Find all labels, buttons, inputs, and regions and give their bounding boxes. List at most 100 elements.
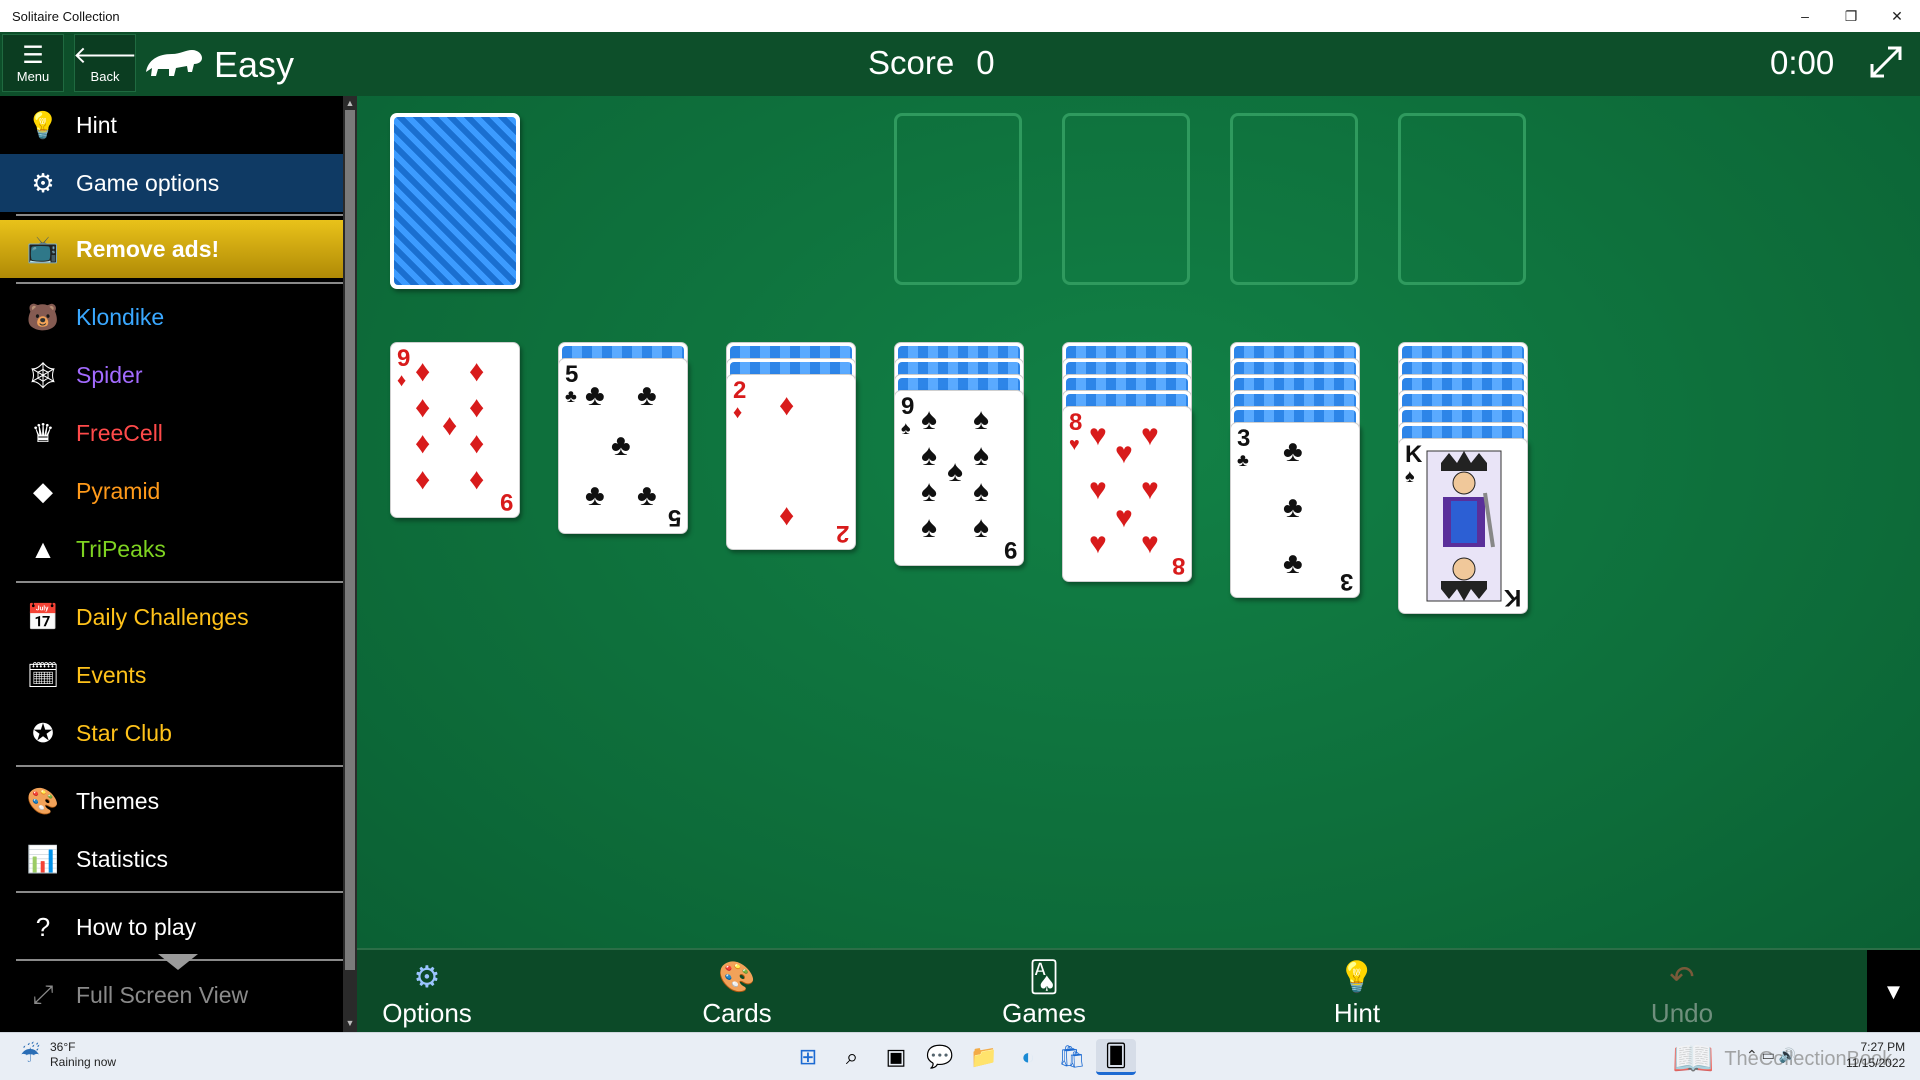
club-icon: ♣ [1283, 491, 1303, 524]
scroll-down-indicator[interactable] [158, 954, 198, 970]
calendar-icon: 📅 [26, 601, 60, 632]
tableau-card-2-diamonds[interactable]: 2 ♦ ♦ ♦ 2 [726, 374, 856, 550]
options-button[interactable]: ⚙ Options [357, 958, 497, 1029]
difficulty-level: Easy [214, 44, 295, 85]
foundation-slot[interactable] [1398, 113, 1526, 285]
menu-item-game-options[interactable]: ⚙ Game options [0, 154, 343, 212]
lightbulb-icon: 💡 [1338, 960, 1376, 994]
search-icon[interactable]: ⌕ [832, 1039, 872, 1075]
spade-icon: ♠ [973, 403, 989, 436]
store-icon[interactable]: 🛍 [1052, 1039, 1092, 1075]
menu-item-hint[interactable]: 💡 Hint [0, 96, 343, 154]
tableau-card-3-clubs[interactable]: 3 ♣ ♣ ♣ ♣ 3 [1230, 422, 1360, 598]
foundation-slot[interactable] [1230, 113, 1358, 285]
bar-chart-icon: 📊 [26, 843, 60, 874]
chat-icon[interactable]: 💬 [920, 1039, 960, 1075]
window-titlebar: Solitaire Collection – ❐ ✕ [0, 0, 1920, 32]
menu-item-label: Remove ads! [76, 235, 220, 262]
menu-item-pyramid[interactable]: ◆ Pyramid [0, 462, 343, 520]
menu-item-star-club[interactable]: ✪ Star Club [0, 704, 343, 762]
club-icon: ♣ [565, 386, 577, 406]
spider-icon: 🕸 [26, 359, 60, 390]
undo-button[interactable]: ↶ Undo [1612, 958, 1752, 1029]
card-rank: 8 [1069, 409, 1083, 436]
spade-icon: ♠ [973, 439, 989, 472]
expand-icon[interactable] [1866, 42, 1906, 82]
edge-browser-icon[interactable]: ◐ [1008, 1039, 1048, 1075]
cards-button[interactable]: 🎨 Cards [667, 958, 807, 1029]
bottom-toolbar: ⚙ Options 🎨 Cards 🂡 Games 💡 Hint ↶ Undo … [357, 948, 1920, 1034]
menu-item-themes[interactable]: 🎨 Themes [0, 772, 343, 830]
card-rank: 9 [397, 345, 411, 372]
cards-label: Cards [702, 998, 772, 1028]
task-view-icon[interactable]: ▣ [876, 1039, 916, 1075]
sidebar-scrollbar[interactable]: ▲ ▼ [343, 96, 357, 1032]
polar-bear-icon: 🐻 [26, 301, 60, 332]
restore-button[interactable]: ❐ [1828, 0, 1874, 32]
menu-item-label: Hint [76, 111, 117, 138]
card-rank: 9 [901, 393, 915, 420]
stock-pile[interactable] [390, 113, 520, 289]
menu-item-klondike[interactable]: 🐻 Klondike [0, 288, 343, 346]
menu-item-daily-challenges[interactable]: 📅 Daily Challenges [0, 588, 343, 646]
menu-item-full-screen[interactable]: ⤢ Full Screen View [0, 966, 343, 1024]
weather-widget[interactable]: ☔ 36°F Raining now [14, 1039, 116, 1071]
card-rank: K [1405, 441, 1423, 468]
menu-item-label: Star Club [76, 719, 172, 746]
card-rank: 9 [1003, 536, 1017, 563]
chevron-down-icon: ▼ [1882, 979, 1905, 1004]
games-button[interactable]: 🂡 Games [974, 958, 1114, 1029]
solitaire-app-icon[interactable]: 🂠 [1096, 1039, 1136, 1075]
star-club-icon: ✪ [32, 717, 54, 748]
menu-item-events[interactable]: 🗓 Events [0, 646, 343, 704]
menu-item-label: Klondike [76, 303, 165, 330]
back-button[interactable]: 🡐 Back [73, 34, 137, 92]
heart-icon: ♥ [1089, 527, 1107, 560]
menu-item-remove-ads[interactable]: 📺 Remove ads! [0, 220, 343, 278]
club-icon: ♣ [1283, 435, 1303, 468]
tableau-card-king-spades[interactable]: K ♠ K [1398, 438, 1528, 614]
system-clock[interactable]: 7:27 PM 11/15/2022 [1846, 1039, 1905, 1071]
system-tray[interactable]: ⌃ ▭ 🔊 [1746, 1047, 1796, 1064]
close-button[interactable]: ✕ [1874, 0, 1920, 32]
tableau-card-8-hearts[interactable]: 8 ♥ ♥ ♥ ♥ ♥ ♥ ♥ ♥ ♥ 8 [1062, 406, 1192, 582]
menu-item-how-to-play[interactable]: ? How to play [0, 898, 343, 956]
scroll-down-arrow-icon[interactable]: ▼ [343, 1018, 357, 1030]
menu-item-label: Spider [76, 361, 143, 388]
diamond-icon: ♦ [733, 402, 743, 422]
menu-item-label: Game options [76, 169, 220, 196]
menu-button[interactable]: ☰ Menu [2, 34, 64, 92]
question-icon: ? [35, 911, 51, 942]
tableau-card-9-spades[interactable]: 9 ♠ ♠ ♠ ♠ ♠ ♠ ♠ ♠ ♠ ♠ 9 [894, 390, 1024, 566]
foundation-slot[interactable] [1062, 113, 1190, 285]
spade-icon: ♠ [921, 475, 937, 508]
minimize-button[interactable]: – [1782, 0, 1828, 32]
menu-item-label: Statistics [76, 845, 169, 872]
diamond-icon: ♦ [469, 463, 485, 496]
menu-item-spider[interactable]: 🕸 Spider [0, 346, 343, 404]
club-icon: ♣ [1283, 547, 1303, 580]
score-display: Score 0 [868, 44, 995, 82]
hint-button[interactable]: 💡 Hint [1287, 958, 1427, 1029]
tableau-card-5-clubs[interactable]: 5 ♣ ♣ ♣ ♣ ♣ ♣ 5 [558, 358, 688, 534]
menu-item-label: Full Screen View [76, 981, 249, 1008]
gear-icon: ⚙ [413, 960, 441, 994]
heart-icon: ♥ [1115, 501, 1133, 534]
club-icon: ♣ [611, 429, 631, 462]
tableau-card-9-diamonds[interactable]: 9 ♦ ♦ ♦ ♦ ♦ ♦ ♦ ♦ ♦ ♦ 9 [390, 342, 520, 518]
file-explorer-icon[interactable]: 📁 [964, 1039, 1004, 1075]
windows-start-icon[interactable]: ⊞ [788, 1039, 828, 1075]
game-header: ☰ Menu 🡐 Back Easy Score 0 0:00 [0, 32, 1920, 96]
scroll-up-arrow-icon[interactable]: ▲ [343, 98, 357, 110]
undo-icon: ↶ [1669, 960, 1695, 994]
menu-item-tripeaks[interactable]: ▲ TriPeaks [0, 520, 343, 578]
more-button[interactable]: ▼ [1867, 950, 1920, 1034]
card-rank: 8 [1171, 552, 1185, 579]
heart-icon: ♥ [1089, 419, 1107, 452]
menu-item-freecell[interactable]: ♛ FreeCell [0, 404, 343, 462]
scrollbar-thumb[interactable] [345, 110, 355, 970]
crown-icon: ♛ [31, 417, 55, 448]
foundation-slot[interactable] [894, 113, 1022, 285]
card-rank: 5 [565, 361, 579, 388]
menu-item-statistics[interactable]: 📊 Statistics [0, 830, 343, 888]
